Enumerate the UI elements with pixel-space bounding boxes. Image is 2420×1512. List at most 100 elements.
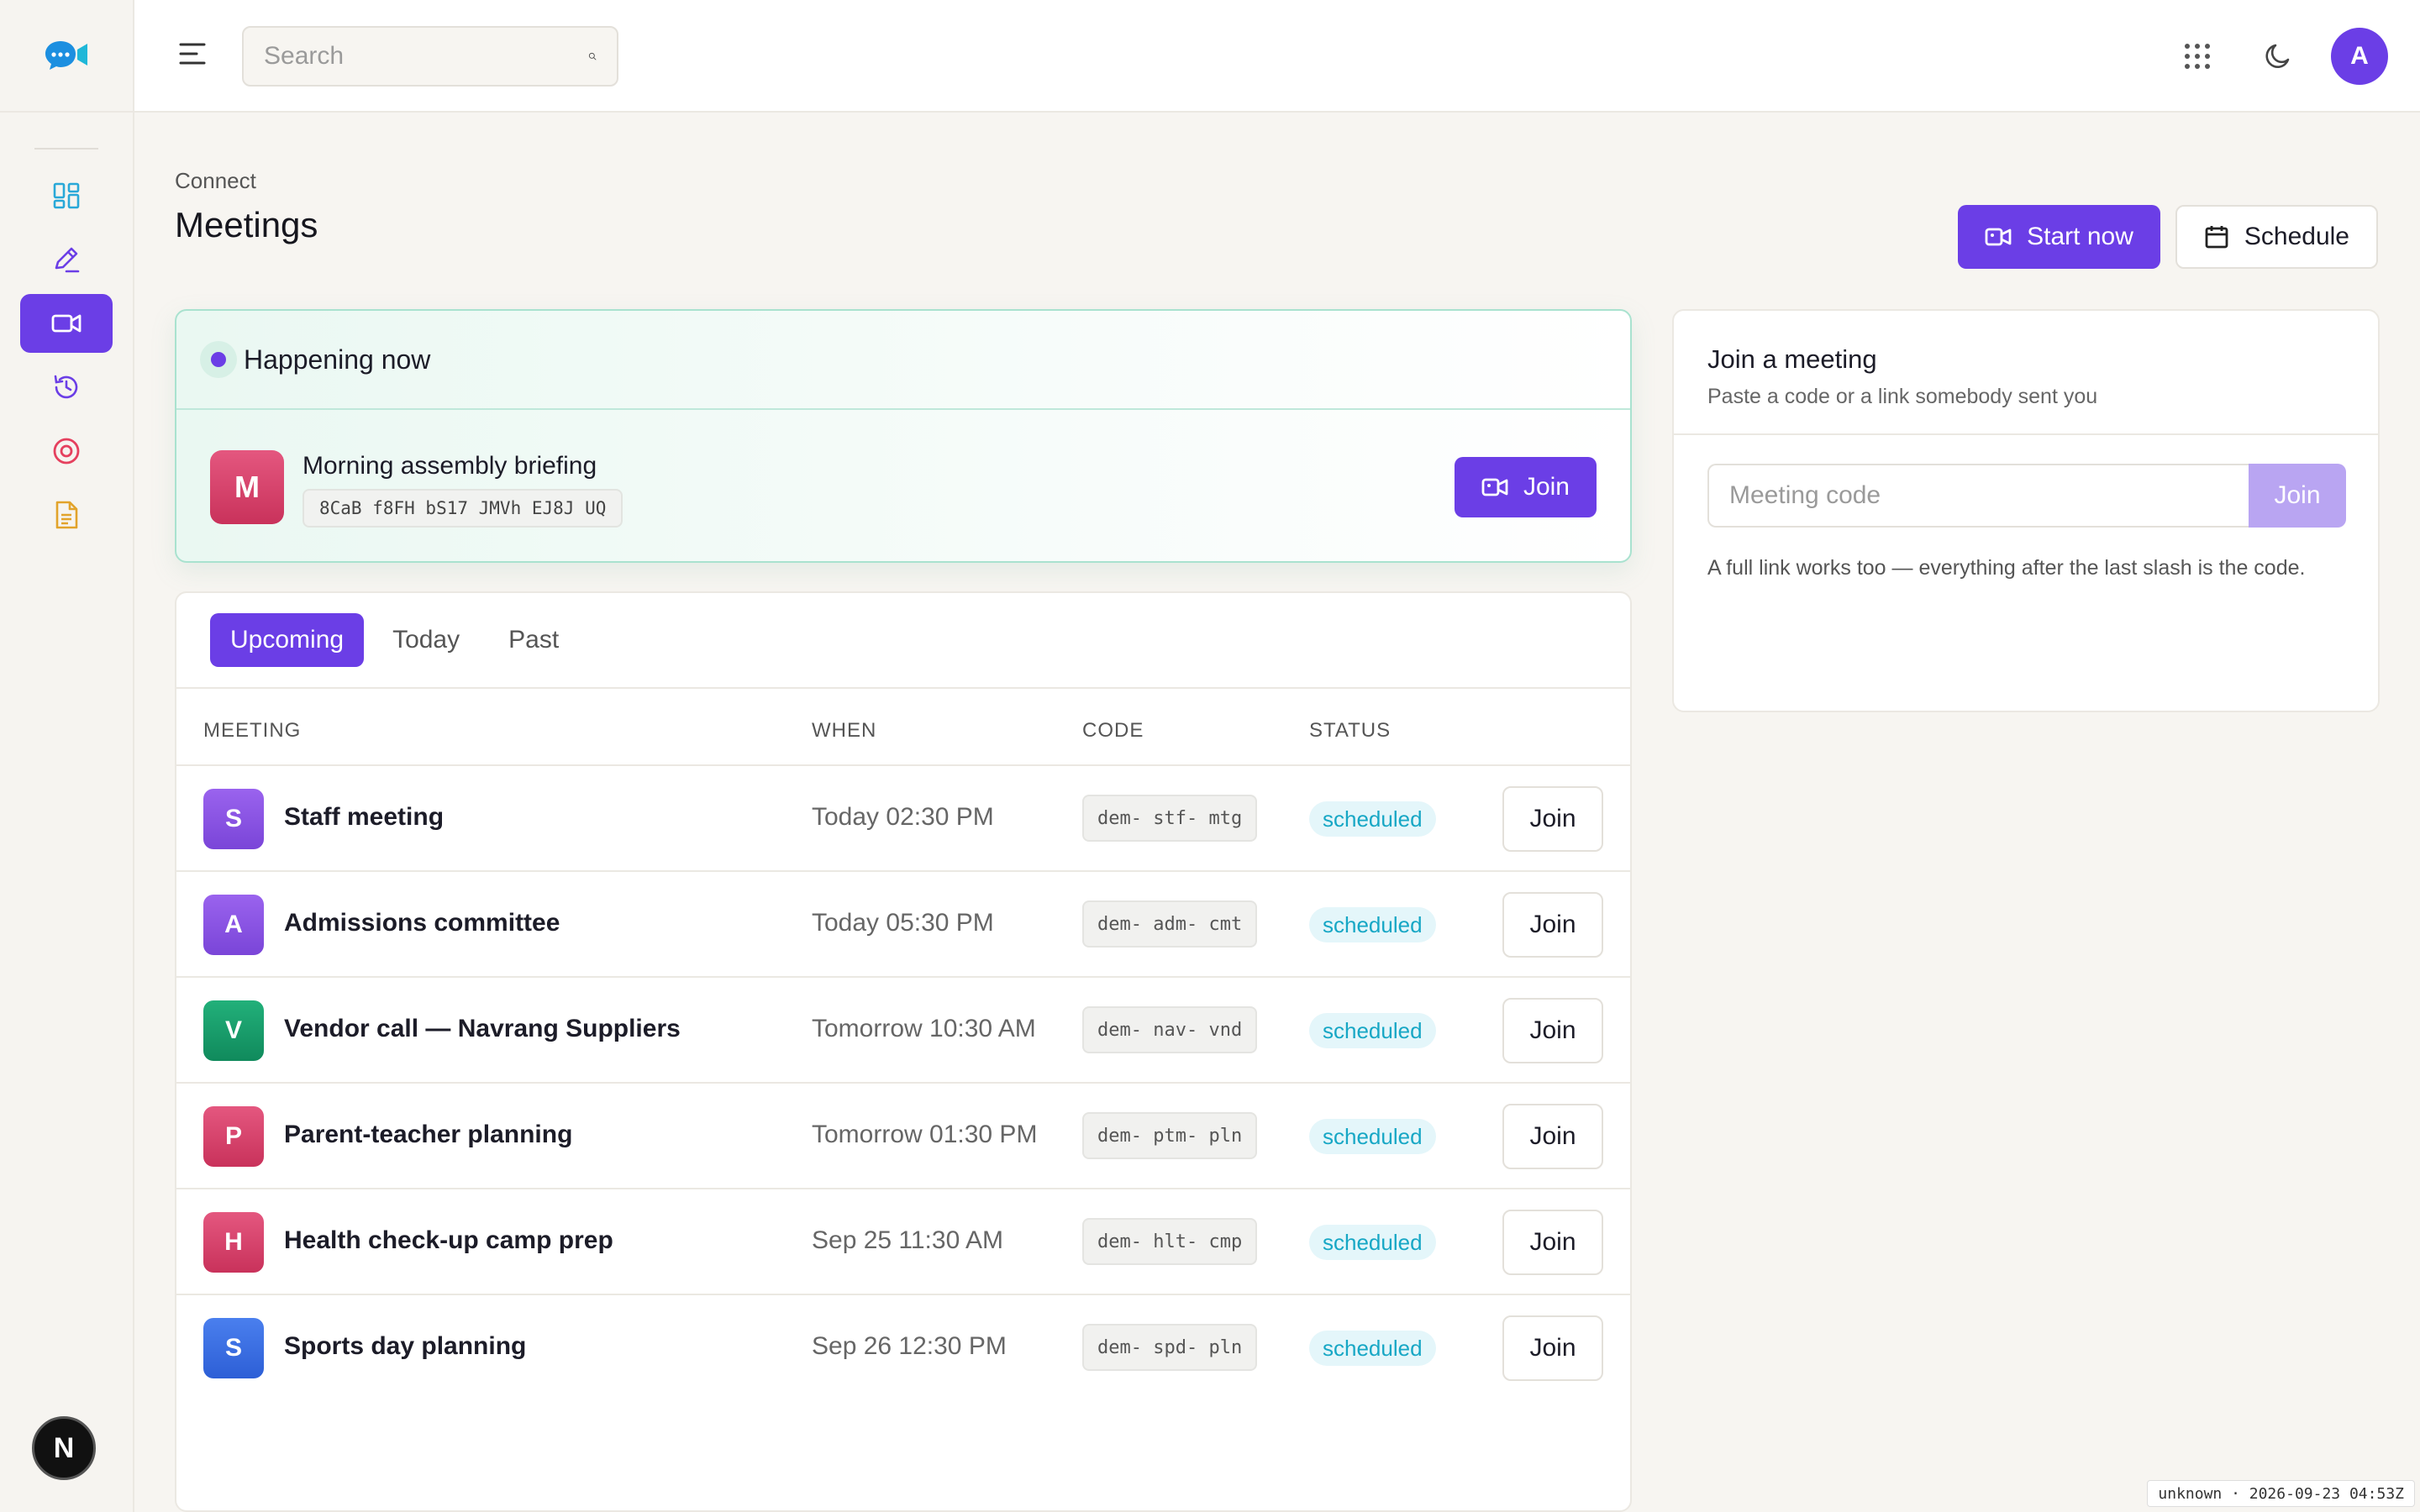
status-badge: scheduled (1309, 907, 1436, 942)
join-meeting-card: Join a meeting Paste a code or a link so… (1672, 309, 2380, 712)
live-meeting: M Morning assembly briefing 8CaB f8FH bS… (176, 410, 1630, 563)
join-button[interactable]: Join (1502, 1315, 1603, 1381)
meeting-tabs: Upcoming Today Past (176, 593, 1630, 689)
meeting-code: dem- nav- vnd (1082, 1006, 1258, 1053)
join-meeting-submit-button[interactable]: Join (2249, 464, 2346, 528)
table-row[interactable]: H Health check-up camp prep Sep 25 11:30 A… (176, 1189, 1630, 1295)
target-icon (53, 438, 80, 465)
table-row[interactable]: S Staff meeting Today 02:30 PM dem- stf- mt… (176, 766, 1630, 872)
join-meeting-title: Join a meeting (1707, 344, 1877, 374)
moon-icon (2265, 44, 2290, 68)
meeting-code-input[interactable] (1707, 464, 2249, 528)
table-row[interactable]: A Admissions committee Today 05:30 PM dem- … (176, 872, 1630, 978)
status-badge: scheduled (1309, 1225, 1436, 1260)
table-row[interactable]: V Vendor call — Navrang Suppliers Tomorrow… (176, 978, 1630, 1084)
video-camera-icon (51, 314, 82, 333)
meeting-avatar: V (203, 1000, 264, 1061)
meeting-avatar-letter: V (224, 1016, 242, 1044)
user-avatar[interactable]: A (2331, 28, 2388, 85)
search-box (242, 26, 618, 87)
tab-today[interactable]: Today (372, 613, 480, 667)
meeting-when: Today 02:30 PM (812, 803, 994, 831)
column-header-meeting[interactable]: MEETING (203, 719, 301, 743)
column-header-when[interactable]: WHEN (812, 719, 876, 743)
user-avatar-letter: A (2350, 42, 2369, 70)
join-button[interactable]: Join (1502, 998, 1603, 1063)
happening-now-card: Happening now M Morning assembly briefin… (175, 309, 1632, 563)
schedule-button[interactable]: Schedule (2175, 205, 2378, 269)
document-icon (55, 501, 78, 529)
sidebar: N (0, 0, 134, 1512)
meeting-avatar-letter: A (224, 911, 243, 938)
live-indicator (200, 341, 237, 378)
breadcrumb[interactable]: Connect (175, 168, 256, 194)
meeting-when: Today 05:30 PM (812, 909, 994, 937)
sidebar-item-goals[interactable] (20, 422, 113, 480)
sidebar-divider (34, 148, 98, 150)
live-join-button[interactable]: Join (1454, 457, 1597, 517)
schedule-label: Schedule (2244, 223, 2349, 250)
table-body: S Staff meeting Today 02:30 PM dem- stf- mt… (176, 766, 1630, 1401)
table-row[interactable]: P Parent-teacher planning Tomorrow 01:30 P… (176, 1084, 1630, 1189)
sidebar-item-documents[interactable] (20, 486, 113, 544)
topbar-actions: A (2170, 28, 2388, 85)
tab-label: Past (508, 626, 560, 654)
start-now-button[interactable]: Start now (1958, 205, 2160, 269)
framework-badge[interactable]: N (32, 1416, 96, 1480)
tab-label: Upcoming (230, 626, 345, 654)
meeting-name: Parent-teacher planning (284, 1121, 573, 1148)
sidebar-item-history[interactable] (20, 358, 113, 417)
dashboard-icon (53, 182, 80, 209)
calendar-icon (2205, 226, 2228, 249)
happening-now-title: Happening now (244, 344, 431, 375)
status-badge: scheduled (1309, 801, 1436, 837)
sidebar-item-meetings[interactable] (20, 294, 113, 353)
join-meeting-subtitle: Paste a code or a link somebody sent you (1707, 385, 2098, 408)
meeting-avatar-letter: S (224, 1334, 242, 1362)
meeting-avatar: H (203, 1212, 264, 1273)
apps-button[interactable] (2170, 29, 2225, 84)
meeting-name: Health check-up camp prep (284, 1226, 613, 1254)
meeting-when: Tomorrow 10:30 AM (812, 1015, 1036, 1042)
join-button[interactable]: Join (1502, 1104, 1603, 1169)
join-button[interactable]: Join (1502, 892, 1603, 958)
history-icon (54, 375, 78, 399)
menu-toggle-button[interactable] (178, 40, 207, 71)
meeting-code: dem- spd- pln (1082, 1324, 1258, 1371)
join-meeting-form: Join (1707, 464, 2346, 528)
pencil-icon (55, 247, 80, 273)
search-icon[interactable] (588, 44, 597, 69)
join-button[interactable]: Join (1502, 786, 1603, 852)
join-meeting-header: Join a meeting Paste a code or a link so… (1674, 311, 2378, 435)
sidebar-item-dashboard[interactable] (20, 166, 113, 225)
meeting-when: Tomorrow 01:30 PM (812, 1121, 1038, 1148)
sidebar-item-editor[interactable] (20, 230, 113, 289)
live-join-label: Join (1523, 473, 1570, 501)
meeting-avatar-letter: H (224, 1228, 243, 1256)
column-header-code[interactable]: CODE (1082, 719, 1144, 743)
search-input[interactable] (264, 42, 588, 71)
live-meeting-code: 8CaB f8FH bS17 JMVh EJ8J UQ (302, 489, 623, 528)
table-row[interactable]: S Sports day planning Sep 26 12:30 PM dem- … (176, 1295, 1630, 1401)
meeting-code: dem- stf- mtg (1082, 795, 1258, 842)
column-header-status[interactable]: STATUS (1309, 719, 1391, 743)
meeting-avatar-letter: P (224, 1122, 242, 1150)
meetings-table-card: Upcoming Today Past MEETING WHEN CODE ST… (175, 591, 1632, 1512)
app-logo[interactable] (0, 0, 133, 113)
theme-toggle-button[interactable] (2250, 29, 2306, 84)
join-meeting-hint: A full link works too — everything after… (1707, 556, 2306, 580)
timestamp-stamp: unknown · 2026-09-23 04:53Z (2147, 1480, 2415, 1507)
meeting-when: Sep 25 11:30 AM (812, 1226, 1003, 1254)
tab-past[interactable]: Past (488, 613, 579, 667)
meeting-name: Staff meeting (284, 803, 445, 831)
menu-icon (179, 43, 206, 65)
meeting-when: Sep 26 12:30 PM (812, 1332, 1007, 1360)
live-meeting-name: Morning assembly briefing (302, 452, 597, 480)
status-badge: scheduled (1309, 1119, 1436, 1154)
meeting-code: dem- adm- cmt (1082, 900, 1258, 948)
meeting-name: Admissions committee (284, 909, 560, 937)
join-button[interactable]: Join (1502, 1210, 1603, 1275)
tab-upcoming[interactable]: Upcoming (210, 613, 365, 667)
meeting-avatar: S (203, 789, 264, 849)
meeting-avatar: P (203, 1106, 264, 1167)
